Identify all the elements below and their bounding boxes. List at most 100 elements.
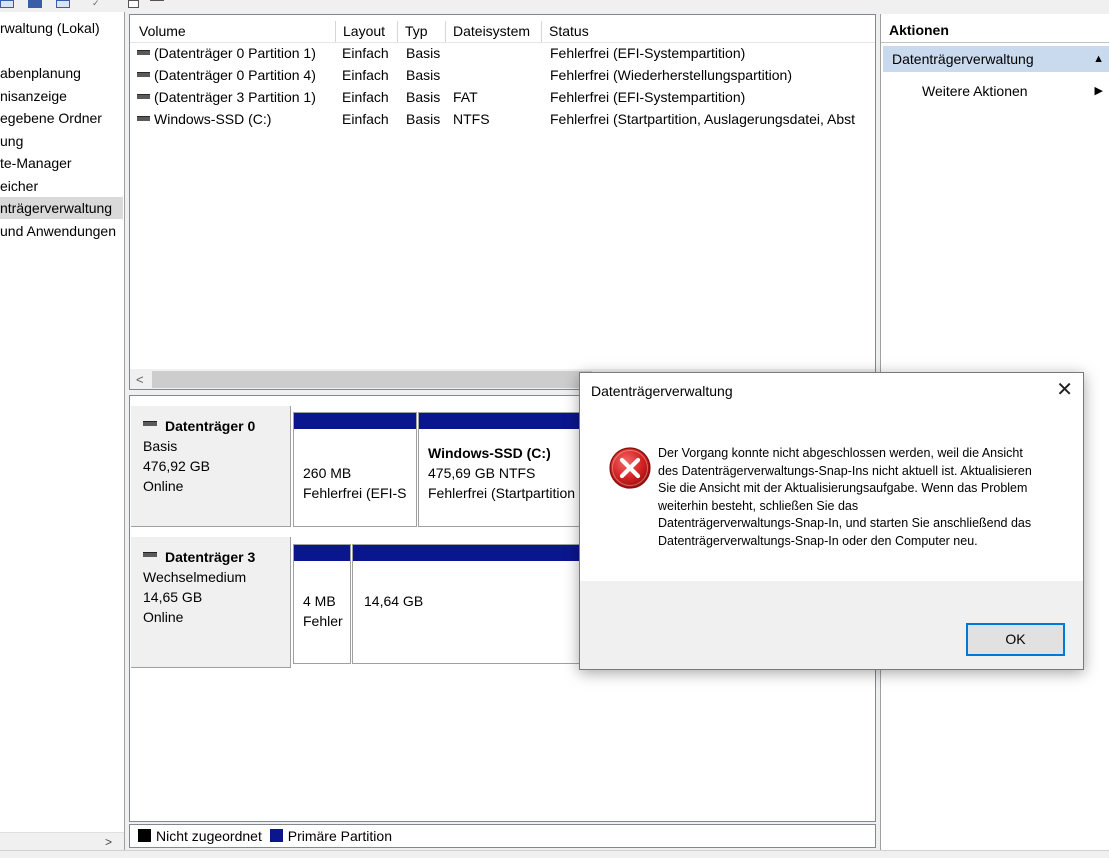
tree-item-freigegebene-ordner[interactable]: egebene Ordner [0, 107, 102, 129]
tree-item-datenspeicher[interactable]: eicher [0, 175, 38, 197]
disk-type: Basis [143, 438, 178, 454]
dialog-message-line: Datenträgerverwaltungs-Snap-In, und star… [658, 516, 1032, 530]
legend-swatch-primary [269, 828, 283, 842]
column-header-layout[interactable]: Layout [336, 21, 398, 42]
volume-layout: Einfach [342, 67, 389, 83]
partition-bar [353, 545, 584, 561]
disk-icon [143, 551, 157, 557]
partition-title: Windows-SSD (C:) [428, 445, 551, 461]
volume-row[interactable]: (Datenträger 0 Partition 1) Einfach Basi… [130, 42, 875, 64]
dialog-title: Datenträgerverwaltung [591, 383, 733, 399]
volume-typ: Basis [406, 89, 441, 105]
partition-windows-ssd[interactable]: Windows-SSD (C:) 475,69 GB NTFS Fehlerfr… [418, 412, 584, 527]
collapse-up-icon[interactable]: ▲ [1093, 46, 1104, 72]
volume-layout: Einfach [342, 89, 389, 105]
toolbar-refresh-icon[interactable] [150, 0, 164, 8]
partition-status: Fehlerfrei (Startpartition [428, 485, 576, 501]
volume-row[interactable]: (Datenträger 0 Partition 4) Einfach Basi… [130, 64, 875, 86]
disk-icon [143, 420, 157, 426]
toolbar-check-icon[interactable]: ✓ [92, 0, 106, 8]
ok-button[interactable]: OK [966, 623, 1065, 656]
scroll-left-icon[interactable]: < [136, 369, 144, 389]
volume-list: Volume Layout Typ Dateisystem Status (Da… [129, 14, 876, 390]
tree-item-geraete-manager[interactable]: te-Manager [0, 152, 72, 174]
partition-bar [419, 413, 584, 429]
dialog-footer: OK [580, 581, 1083, 669]
volume-status: Fehlerfrei (EFI-Systempartition) [550, 89, 746, 105]
volume-typ: Basis [406, 67, 441, 83]
volume-icon [137, 93, 150, 99]
actions-divider [881, 42, 1109, 43]
volume-status: Fehlerfrei (Wiederherstellungspartition) [550, 67, 792, 83]
disk-name: Datenträger 3 [165, 549, 256, 565]
volume-name: Windows-SSD (C:) [154, 111, 272, 127]
scroll-right-icon[interactable]: > [105, 833, 112, 850]
partition-status: Fehlerfrei (EFI-S [303, 485, 407, 501]
dialog-message: Der Vorgang konnte nicht abgeschlossen w… [658, 445, 1058, 550]
volume-icon [137, 71, 150, 77]
dialog-message-line: Sie die Ansicht mit der Aktualisierungsa… [658, 481, 1028, 495]
legend: Nicht zugeordnet Primäre Partition [129, 824, 876, 848]
disk-state: Online [143, 478, 184, 494]
volume-name: (Datenträger 3 Partition 1) [154, 89, 316, 105]
column-header-typ[interactable]: Typ [398, 21, 446, 42]
tree-item-datentraegerverwaltung[interactable]: nträgerverwaltung [0, 197, 123, 219]
partition-small[interactable]: 4 MB Fehler [293, 544, 351, 664]
actions-section-label: Datenträgerverwaltung [892, 51, 1034, 67]
volume-fs: FAT [453, 89, 478, 105]
dialog-message-line: Der Vorgang konnte nicht abgeschlossen w… [658, 446, 1023, 460]
tree-item-computerverwaltung[interactable]: rwaltung (Lokal) [0, 17, 100, 39]
close-icon[interactable]: ✕ [1056, 379, 1073, 401]
action-weitere-aktionen[interactable]: Weitere Aktionen [922, 80, 1028, 102]
disk-label-0[interactable]: Datenträger 0 Basis 476,92 GB Online [131, 406, 291, 527]
disk-type: Wechselmedium [143, 569, 247, 585]
tree-item-leistung[interactable]: ung [0, 130, 23, 152]
disk-size: 14,65 GB [143, 589, 203, 605]
actions-title: Aktionen [889, 22, 949, 38]
volume-name: (Datenträger 0 Partition 4) [154, 67, 316, 83]
dialog-message-line: Datenträgerverwaltungs-Snap-In oder den … [658, 533, 978, 548]
disk-size: 476,92 GB [143, 458, 210, 474]
dialog-message-line: des Datenträgerverwaltungs-Snap-Ins nich… [658, 463, 1032, 478]
legend-swatch-unallocated [138, 828, 151, 842]
partition-size: 260 MB [303, 465, 352, 481]
partition-efi[interactable]: 260 MB Fehlerfrei (EFI-S [293, 412, 417, 527]
column-header-dateisystem[interactable]: Dateisystem [446, 21, 542, 42]
partition-size: 475,69 GB NTFS [428, 465, 536, 481]
column-header-status[interactable]: Status [542, 21, 875, 42]
volume-typ: Basis [406, 111, 441, 127]
tree-horizontal-scrollbar[interactable]: > [0, 832, 124, 850]
partition-size: 4 MB [303, 593, 336, 609]
tree-item-aufgabenplanung[interactable]: abenplanung [0, 62, 81, 84]
partition-large[interactable]: 14,64 GB [352, 544, 584, 664]
volume-icon [137, 49, 150, 55]
volume-row[interactable]: (Datenträger 3 Partition 1) Einfach Basi… [130, 86, 875, 108]
volume-status: Fehlerfrei (Startpartition, Auslagerungs… [550, 111, 856, 127]
toolbar-view-icon[interactable] [0, 0, 14, 8]
error-dialog: Datenträgerverwaltung ✕ Der Vorgang konn… [579, 372, 1084, 670]
error-icon [609, 447, 651, 489]
dialog-message-line: weiterhin besteht, schließen Sie das [658, 498, 859, 513]
tree-item-ereignisanzeige[interactable]: nisanzeige [0, 85, 67, 107]
volume-name: (Datenträger 0 Partition 1) [154, 45, 316, 61]
scrollbar-thumb[interactable] [152, 371, 592, 388]
legend-primary: Primäre Partition [287, 828, 392, 844]
partition-bar [294, 545, 350, 561]
toolbar-properties-icon[interactable] [56, 0, 70, 8]
volume-typ: Basis [406, 45, 441, 61]
actions-section-datentraegerverwaltung[interactable]: Datenträgerverwaltung ▲ [883, 46, 1109, 72]
volume-row[interactable]: Windows-SSD (C:) Einfach Basis NTFS Fehl… [130, 108, 875, 130]
console-tree: rwaltung (Lokal) abenplanung nisanzeige … [0, 12, 125, 850]
disk-label-3[interactable]: Datenträger 3 Wechselmedium 14,65 GB Onl… [131, 537, 291, 668]
column-header-volume[interactable]: Volume [132, 21, 336, 42]
volume-status: Fehlerfrei (EFI-Systempartition) [550, 45, 746, 61]
partition-bar [294, 413, 416, 429]
submenu-arrow-icon[interactable]: ▶ [1095, 84, 1103, 97]
volume-fs: NTFS [453, 111, 490, 127]
tree-item-dienste-und-anwendungen[interactable]: und Anwendungen [0, 220, 116, 242]
disk-name: Datenträger 0 [165, 418, 256, 434]
status-bar [0, 850, 1109, 858]
toolbar-rescan-icon[interactable] [128, 0, 139, 8]
toolbar-help-icon[interactable] [28, 0, 42, 8]
volume-icon [137, 115, 150, 121]
